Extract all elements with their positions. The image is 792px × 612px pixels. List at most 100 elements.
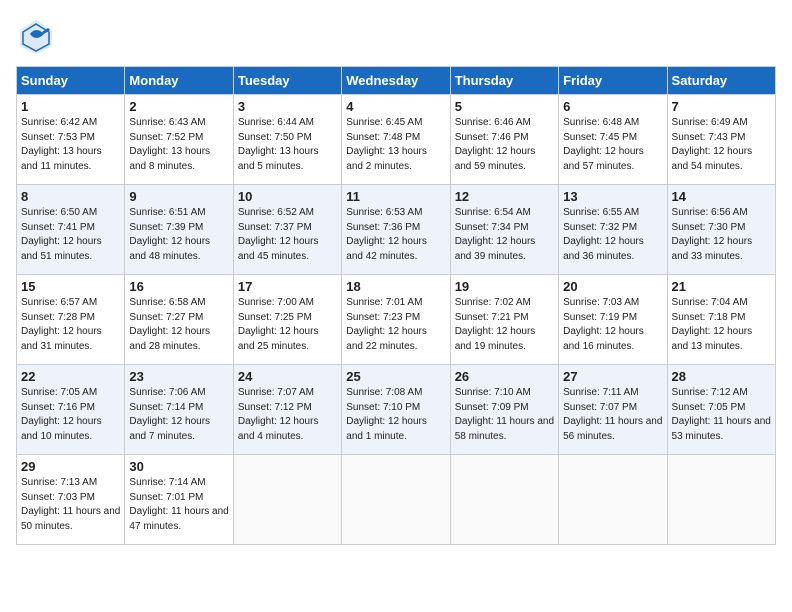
calendar-cell: 28Sunrise: 7:12 AMSunset: 7:05 PMDayligh… [667,365,775,455]
day-info: Sunrise: 7:07 AMSunset: 7:12 PMDaylight:… [238,386,337,444]
calendar-cell: 7 Sunrise: 6:49 AMSunset: 7:43 PMDaylight… [667,95,775,185]
calendar-cell: 8 Sunrise: 6:50 AMSunset: 7:41 PMDaylight… [17,185,125,275]
day-number: 6 [563,99,662,114]
calendar-cell: 20 Sunrise: 7:03 AMSunset: 7:19 PMDayligh… [559,275,667,365]
day-number: 8 [21,189,120,204]
calendar-cell: 23Sunrise: 7:06 AMSunset: 7:14 PMDayligh… [125,365,233,455]
day-number: 26 [455,369,554,384]
day-info: Sunrise: 6:48 AMSunset: 7:45 PMDaylight:… [563,116,662,174]
calendar-cell: 3 Sunrise: 6:44 AMSunset: 7:50 PMDaylight… [233,95,341,185]
calendar-cell [667,455,775,545]
calendar-cell: 4 Sunrise: 6:45 AMSunset: 7:48 PMDaylight… [342,95,450,185]
day-info: Sunrise: 6:56 AMSunset: 7:30 PMDaylight:… [672,206,771,264]
day-info: Sunrise: 6:43 AMSunset: 7:52 PMDaylight:… [129,116,228,174]
day-number: 3 [238,99,337,114]
calendar-cell: 18 Sunrise: 7:01 AMSunset: 7:23 PMDayligh… [342,275,450,365]
day-info: Sunrise: 6:44 AMSunset: 7:50 PMDaylight:… [238,116,337,174]
day-info: Sunrise: 6:54 AMSunset: 7:34 PMDaylight:… [455,206,554,264]
calendar-body: 1 Sunrise: 6:42 AMSunset: 7:53 PMDaylight… [17,95,776,545]
day-info: Sunrise: 6:45 AMSunset: 7:48 PMDaylight:… [346,116,445,174]
day-info: Sunrise: 6:51 AMSunset: 7:39 PMDaylight:… [129,206,228,264]
weekday-header-saturday: Saturday [667,67,775,95]
day-number: 22 [21,369,120,384]
calendar-cell: 16Sunrise: 6:58 AMSunset: 7:27 PMDayligh… [125,275,233,365]
calendar-header: SundayMondayTuesdayWednesdayThursdayFrid… [17,67,776,95]
calendar-week-5: 29Sunrise: 7:13 AMSunset: 7:03 PMDayligh… [17,455,776,545]
weekday-header-friday: Friday [559,67,667,95]
day-number: 10 [238,189,337,204]
weekday-header-sunday: Sunday [17,67,125,95]
day-number: 19 [455,279,554,294]
day-info: Sunrise: 7:14 AMSunset: 7:01 PMDaylight:… [129,476,228,534]
calendar-cell: 6 Sunrise: 6:48 AMSunset: 7:45 PMDaylight… [559,95,667,185]
day-info: Sunrise: 6:57 AMSunset: 7:28 PMDaylight:… [21,296,120,354]
calendar-cell: 5 Sunrise: 6:46 AMSunset: 7:46 PMDaylight… [450,95,558,185]
calendar-cell: 12 Sunrise: 6:54 AMSunset: 7:34 PMDayligh… [450,185,558,275]
calendar-cell [450,455,558,545]
day-info: Sunrise: 7:05 AMSunset: 7:16 PMDaylight:… [21,386,120,444]
day-info: Sunrise: 6:50 AMSunset: 7:41 PMDaylight:… [21,206,120,264]
day-number: 12 [455,189,554,204]
calendar-cell [342,455,450,545]
calendar: SundayMondayTuesdayWednesdayThursdayFrid… [16,66,776,545]
day-number: 25 [346,369,445,384]
day-number: 4 [346,99,445,114]
calendar-cell: 13 Sunrise: 6:55 AMSunset: 7:32 PMDayligh… [559,185,667,275]
day-number: 5 [455,99,554,114]
weekday-header-thursday: Thursday [450,67,558,95]
day-info: Sunrise: 6:55 AMSunset: 7:32 PMDaylight:… [563,206,662,264]
calendar-cell: 30 Sunrise: 7:14 AMSunset: 7:01 PMDayligh… [125,455,233,545]
day-number: 11 [346,189,445,204]
day-number: 1 [21,99,120,114]
day-number: 13 [563,189,662,204]
day-info: Sunrise: 6:49 AMSunset: 7:43 PMDaylight:… [672,116,771,174]
calendar-cell [233,455,341,545]
day-number: 28 [672,369,771,384]
calendar-cell: 19 Sunrise: 7:02 AMSunset: 7:21 PMDayligh… [450,275,558,365]
day-info: Sunrise: 6:58 AMSunset: 7:27 PMDaylight:… [129,296,228,354]
day-number: 21 [672,279,771,294]
day-number: 23 [129,369,228,384]
calendar-week-1: 1 Sunrise: 6:42 AMSunset: 7:53 PMDaylight… [17,95,776,185]
calendar-cell: 15Sunrise: 6:57 AMSunset: 7:28 PMDayligh… [17,275,125,365]
day-info: Sunrise: 6:42 AMSunset: 7:53 PMDaylight:… [21,116,120,174]
day-number: 7 [672,99,771,114]
calendar-cell: 26 Sunrise: 7:10 AMSunset: 7:09 PMDayligh… [450,365,558,455]
day-info: Sunrise: 7:01 AMSunset: 7:23 PMDaylight:… [346,296,445,354]
calendar-cell: 21 Sunrise: 7:04 AMSunset: 7:18 PMDayligh… [667,275,775,365]
day-info: Sunrise: 7:02 AMSunset: 7:21 PMDaylight:… [455,296,554,354]
calendar-cell: 9Sunrise: 6:51 AMSunset: 7:39 PMDaylight… [125,185,233,275]
calendar-cell: 10 Sunrise: 6:52 AMSunset: 7:37 PMDayligh… [233,185,341,275]
calendar-cell: 2 Sunrise: 6:43 AMSunset: 7:52 PMDaylight… [125,95,233,185]
day-number: 17 [238,279,337,294]
day-info: Sunrise: 6:53 AMSunset: 7:36 PMDaylight:… [346,206,445,264]
calendar-cell: 24 Sunrise: 7:07 AMSunset: 7:12 PMDayligh… [233,365,341,455]
day-info: Sunrise: 6:52 AMSunset: 7:37 PMDaylight:… [238,206,337,264]
day-info: Sunrise: 7:04 AMSunset: 7:18 PMDaylight:… [672,296,771,354]
day-number: 20 [563,279,662,294]
day-number: 2 [129,99,228,114]
day-number: 24 [238,369,337,384]
calendar-cell: 17Sunrise: 7:00 AMSunset: 7:25 PMDayligh… [233,275,341,365]
calendar-cell: 14Sunrise: 6:56 AMSunset: 7:30 PMDayligh… [667,185,775,275]
weekday-header-tuesday: Tuesday [233,67,341,95]
header [16,16,776,56]
calendar-cell: 25Sunrise: 7:08 AMSunset: 7:10 PMDayligh… [342,365,450,455]
day-info: Sunrise: 6:46 AMSunset: 7:46 PMDaylight:… [455,116,554,174]
weekday-header-wednesday: Wednesday [342,67,450,95]
weekday-header-monday: Monday [125,67,233,95]
calendar-cell: 27 Sunrise: 7:11 AMSunset: 7:07 PMDayligh… [559,365,667,455]
day-info: Sunrise: 7:10 AMSunset: 7:09 PMDaylight:… [455,386,554,444]
weekday-row: SundayMondayTuesdayWednesdayThursdayFrid… [17,67,776,95]
day-number: 18 [346,279,445,294]
calendar-week-2: 8 Sunrise: 6:50 AMSunset: 7:41 PMDaylight… [17,185,776,275]
day-number: 27 [563,369,662,384]
day-number: 30 [129,459,228,474]
calendar-cell: 22 Sunrise: 7:05 AMSunset: 7:16 PMDayligh… [17,365,125,455]
logo-icon [16,16,56,56]
logo [16,16,58,56]
day-info: Sunrise: 7:03 AMSunset: 7:19 PMDaylight:… [563,296,662,354]
calendar-cell: 11 Sunrise: 6:53 AMSunset: 7:36 PMDayligh… [342,185,450,275]
calendar-cell: 1 Sunrise: 6:42 AMSunset: 7:53 PMDaylight… [17,95,125,185]
day-info: Sunrise: 7:11 AMSunset: 7:07 PMDaylight:… [563,386,662,444]
